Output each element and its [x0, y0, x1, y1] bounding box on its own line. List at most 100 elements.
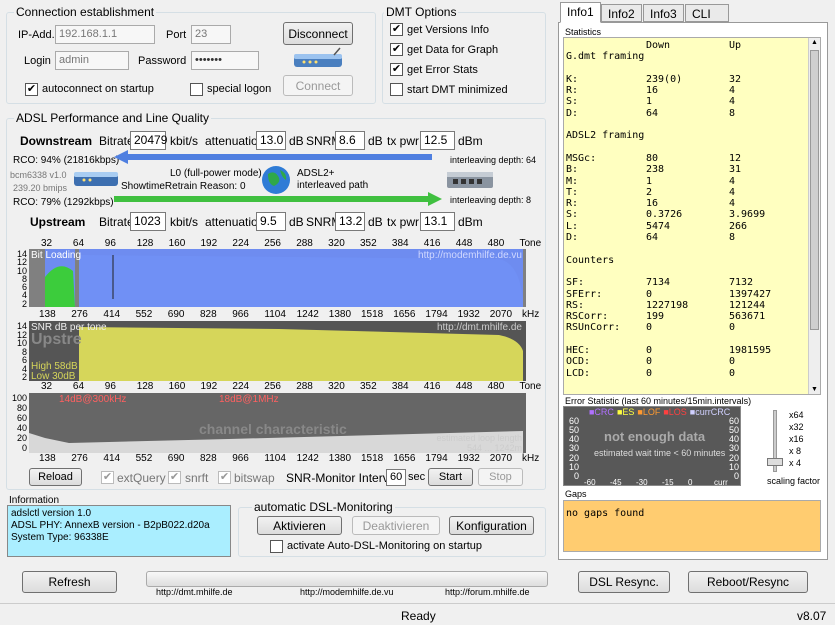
tone-tick: 288 — [296, 381, 313, 392]
tab-info3[interactable]: Info3 — [643, 4, 684, 22]
down-snrm-unit: dB — [368, 134, 383, 148]
snr-y-axis: 14 12 10 8 6 4 2 — [10, 321, 28, 382]
deactivate-button[interactable]: Deaktivieren — [352, 516, 440, 535]
scaling-slider-thumb[interactable] — [767, 458, 783, 466]
snrft-checkbox[interactable]: ✔ — [168, 471, 181, 484]
error-x-tick: -45 — [610, 478, 622, 486]
link-forum[interactable]: http://forum.mhilfe.de — [445, 587, 530, 597]
scaling-option[interactable]: x64 — [789, 410, 804, 420]
error-x-tick: -60 — [584, 478, 596, 486]
statistics-cell: 16 — [646, 85, 659, 97]
error-stats-checkbox[interactable]: ✔ — [390, 63, 403, 76]
statistics-cell: 0 — [646, 345, 653, 357]
channel-y-tick: 100 — [11, 393, 27, 403]
statistics-scrollbar[interactable]: ▲ ▼ — [808, 38, 820, 394]
khz-ticks-1: 138 276 414 552 690 828 966 1104 1242 1380 1518 165… — [0, 309, 540, 321]
special-logon-label: special logon — [207, 83, 272, 95]
autoconnect-checkbox[interactable]: ✔ — [25, 83, 38, 96]
config-button[interactable]: Konfiguration — [449, 516, 534, 535]
khz-tick: 2070 — [489, 453, 513, 464]
link-modemhilfe[interactable]: http://modemhilfe.de.vu — [300, 587, 394, 597]
khz-tick: 828 — [200, 453, 217, 464]
statistics-cell: SFErr: — [566, 288, 603, 300]
statistics-row: L: 5474 266 — [566, 221, 806, 232]
statistics-cell: 1 — [646, 175, 653, 187]
bit-loading-url: http://modemhilfe.de.vu — [418, 250, 522, 261]
graph-data-label: get Data for Graph — [407, 44, 499, 56]
dsl-resync-button[interactable]: DSL Resync. — [578, 571, 670, 593]
extquery-checkbox[interactable]: ✔ — [101, 471, 114, 484]
statistics-row — [566, 266, 806, 277]
downstream-arrow-icon — [114, 150, 432, 164]
error-stats-label: get Error Stats — [407, 64, 478, 76]
modem-chip: bcm6338 v1.0 — [10, 170, 67, 180]
channel-loop: estimated loop length — [436, 433, 522, 443]
channel-y-tick: 40 — [16, 423, 27, 433]
statistics-box: Down Up G.dmt framing K: 239(0) 32 R: 16 4 S: 1 4 D:… — [563, 37, 821, 395]
statistics-row: D: 64 8 — [566, 232, 806, 243]
bitswap-checkbox[interactable]: ✔ — [218, 471, 231, 484]
scaling-option[interactable]: x 8 — [789, 446, 801, 456]
password-input[interactable]: ••••••• — [191, 51, 259, 70]
tone-tick: 352 — [360, 238, 377, 249]
tab-info2[interactable]: Info2 — [601, 4, 642, 22]
dmt-minimized-checkbox[interactable] — [390, 83, 403, 96]
khz-tick: 966 — [232, 453, 249, 464]
down-snrm-value: 8.6 — [335, 131, 365, 150]
down-bitrate-label: Bitrate — [99, 134, 134, 148]
error-stat-graph: ■CRC ■ES ■LOF ■LOS ■currCRC 60 50 40 30 20 10 0 60… — [563, 406, 741, 486]
tone-tick: 128 — [136, 238, 154, 249]
scroll-down-icon[interactable]: ▼ — [811, 386, 818, 393]
refresh-button[interactable]: Refresh — [22, 571, 117, 593]
channel-y-tick: 60 — [16, 413, 27, 423]
tone-tick: 416 — [423, 381, 441, 392]
ip-input[interactable]: 192.168.1.1 — [55, 25, 155, 44]
statistics-row: OCD: 0 0 — [566, 356, 806, 367]
tab-info1[interactable]: Info1 — [560, 2, 601, 23]
login-input[interactable]: admin — [55, 51, 129, 70]
auto-startup-checkbox[interactable] — [270, 540, 283, 553]
special-logon-checkbox[interactable] — [190, 83, 203, 96]
stop-button[interactable]: Stop — [478, 468, 523, 486]
down-txpwr-unit: dBm — [458, 134, 483, 148]
port-input[interactable]: 23 — [191, 25, 231, 44]
graph-data-checkbox[interactable]: ✔ — [390, 43, 403, 56]
statistics-row: RSCorr: 199 563671 — [566, 311, 806, 322]
scaling-panel: x64 x32 x16 x 8 x 4 scaling factor — [747, 406, 825, 486]
scaling-option[interactable]: x 4 — [789, 458, 801, 468]
scroll-thumb[interactable] — [810, 50, 819, 330]
tone-tick: 448 — [455, 381, 473, 392]
versions-checkbox[interactable]: ✔ — [390, 23, 403, 36]
error-legend-item: ■CRC — [589, 407, 614, 417]
statistics-row: ADSL2 framing — [566, 130, 806, 141]
channel-graph: 14dB@300kHz 18dB@1MHz channel characteri… — [29, 393, 526, 453]
disconnect-button[interactable]: Disconnect — [283, 22, 353, 45]
statistics-cell: 4 — [729, 85, 736, 97]
interval-input[interactable]: 60 — [386, 469, 406, 486]
connect-button[interactable]: Connect — [283, 75, 353, 96]
statistics-row — [566, 119, 806, 130]
statistics-cell: 239(0) — [646, 73, 683, 85]
scaling-title: scaling factor — [767, 476, 821, 486]
statistics-cell: 5474 — [646, 220, 671, 232]
scaling-option[interactable]: x16 — [789, 434, 804, 444]
scaling-option[interactable]: x32 — [789, 422, 804, 432]
scroll-up-icon[interactable]: ▲ — [811, 39, 818, 46]
tone-tick: Tone — [519, 381, 542, 392]
start-button[interactable]: Start — [428, 468, 473, 486]
reload-button[interactable]: Reload — [29, 468, 82, 486]
channel-title: channel characteristic — [199, 421, 347, 437]
statistics-row: SF: 7134 7132 — [566, 277, 806, 288]
statistics-cell: 266 — [729, 220, 748, 232]
statistics-row — [566, 243, 806, 254]
statistics-cell: 0 — [646, 367, 653, 379]
adsl-type: ADSL2+ — [297, 168, 335, 179]
khz-tick: 1104 — [264, 309, 286, 320]
bit-loading-label: Bit Loading — [31, 250, 82, 261]
khz-tick: 1242 — [296, 309, 319, 320]
link-dmt[interactable]: http://dmt.mhilfe.de — [156, 587, 233, 597]
activate-button[interactable]: Aktivieren — [257, 516, 342, 535]
tab-cli[interactable]: CLI — [685, 4, 729, 22]
reboot-resync-button[interactable]: Reboot/Resync — [688, 571, 808, 593]
khz-tick: 276 — [71, 453, 88, 464]
